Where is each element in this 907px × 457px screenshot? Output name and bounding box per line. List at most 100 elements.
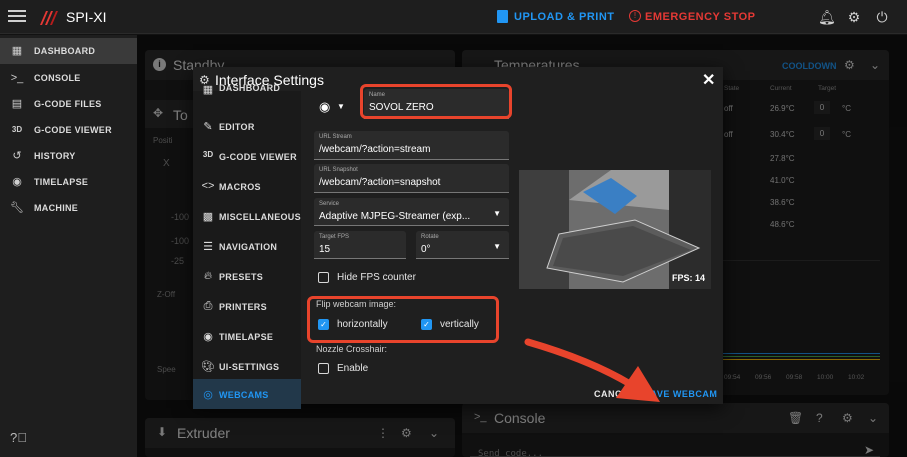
crosshair-label: Enable xyxy=(337,363,369,374)
sidebar-item-timelapse[interactable]: ◉ TIMELAPSE xyxy=(0,169,137,195)
webcam-icon: ◉ xyxy=(319,99,331,114)
sidebar-item-machine[interactable]: 🔧︎ MACHINE xyxy=(0,195,137,221)
crosshair-checkbox[interactable] xyxy=(318,363,329,374)
presets-icon: 🔥︎ xyxy=(203,270,213,282)
settings-menu-label: TIMELAPSE xyxy=(219,332,274,342)
settings-menu-label: DASHBOARD xyxy=(219,83,281,93)
top-bar: SPI-XI UPLOAD & PRINT ! EMERGENCY STOP 🔔… xyxy=(0,0,907,34)
field-label: Target FPS xyxy=(319,234,350,240)
wrench-icon: 🔧︎ xyxy=(10,202,24,214)
field-label: URL Stream xyxy=(319,134,352,140)
sidebar-item-label: CONSOLE xyxy=(34,73,81,83)
rotate-select[interactable]: Rotate 0° ▼ xyxy=(416,231,509,259)
chevron-down-icon: ▼ xyxy=(493,242,501,251)
settings-menu-navigation[interactable]: ☰ NAVIGATION xyxy=(193,231,301,261)
settings-menu-label: NAVIGATION xyxy=(219,242,278,252)
chevron-down-icon: ▼ xyxy=(337,102,345,111)
dashboard-icon: ▦ xyxy=(11,45,23,57)
emergency-stop-label: EMERGENCY STOP xyxy=(645,11,756,23)
sidebar-item-console[interactable]: >_ CONSOLE xyxy=(0,65,137,91)
misc-icon: ▩ xyxy=(202,211,214,223)
settings-menu-editor[interactable]: ✎ EDITOR xyxy=(193,111,301,141)
settings-menu-label: G-CODE VIEWER xyxy=(219,152,297,162)
upload-print-label: UPLOAD & PRINT xyxy=(514,11,615,23)
url-stream-field[interactable]: URL Stream /webcam/?action=stream xyxy=(314,131,509,160)
sidebar-item-label: G-CODE VIEWER xyxy=(34,125,112,135)
power-icon[interactable]: ⏻ xyxy=(874,9,890,25)
field-label: URL Snapshot xyxy=(319,167,358,173)
field-value: 0° xyxy=(421,244,431,255)
timelapse-icon: ◉ xyxy=(203,331,213,343)
sidebar-item-label: MACHINE xyxy=(34,203,79,213)
settings-menu-label: PRINTERS xyxy=(219,302,267,312)
settings-menu-dashboard[interactable]: ▦ DASHBOARD xyxy=(193,79,301,97)
settings-menu-printers[interactable]: ⎙ PRINTERS xyxy=(193,291,301,321)
gear-icon[interactable]: ⚙ xyxy=(846,9,862,25)
webcam-image xyxy=(519,170,711,289)
sidebar: ▦ DASHBOARD >_ CONSOLE ▤ G-CODE FILES 3D… xyxy=(0,35,137,457)
settings-menu-webcams[interactable]: ◎ WEBCAMS xyxy=(193,379,301,409)
field-value: /webcam/?action=stream xyxy=(319,144,431,155)
timelapse-icon: ◉ xyxy=(12,176,22,188)
bell-icon[interactable]: 🔔︎ xyxy=(818,9,836,25)
url-snapshot-field[interactable]: URL Snapshot /webcam/?action=snapshot xyxy=(314,164,509,193)
upload-icon xyxy=(497,10,508,23)
menu-icon[interactable] xyxy=(8,7,26,25)
service-select[interactable]: Service Adaptive MJPEG-Streamer (exp... … xyxy=(314,198,509,226)
field-value: Adaptive MJPEG-Streamer (exp... xyxy=(319,211,471,222)
printers-icon: ⎙ xyxy=(203,300,213,312)
file-icon: ▤ xyxy=(11,98,23,110)
logo-icon xyxy=(40,11,58,25)
webcam-icon-select[interactable]: ◉ ▼ xyxy=(319,99,349,117)
navigation-icon: ☰ xyxy=(203,241,213,253)
sidebar-item-history[interactable]: ↺ HISTORY xyxy=(0,143,137,169)
sidebar-item-gcode-viewer[interactable]: 3D G-CODE VIEWER xyxy=(0,117,137,143)
settings-menu-label: MISCELLANEOUS xyxy=(219,212,301,222)
settings-menu-label: PRESETS xyxy=(219,272,264,282)
settings-menu-gcode-viewer[interactable]: 3D G-CODE VIEWER xyxy=(193,141,301,171)
sidebar-item-gcode-files[interactable]: ▤ G-CODE FILES xyxy=(0,91,137,117)
settings-menu-miscellaneous[interactable]: ▩ MISCELLANEOUS xyxy=(193,201,301,231)
settings-menu-label: WEBCAMS xyxy=(219,390,269,400)
close-icon[interactable]: ✕ xyxy=(702,70,715,90)
cancel-button[interactable]: CANCEL xyxy=(594,389,635,399)
3d-icon: 3D xyxy=(202,150,214,159)
fps-counter: FPS: 14 xyxy=(671,273,705,283)
dashboard-icon: ▦ xyxy=(202,84,214,96)
settings-menu-label: MACROS xyxy=(219,182,261,192)
settings-menu-ui-settings[interactable]: 🎨︎ UI-SETTINGS xyxy=(193,351,301,381)
flip-highlight-box xyxy=(307,296,499,343)
sidebar-item-dashboard[interactable]: ▦ DASHBOARD xyxy=(0,38,137,64)
editor-icon: ✎ xyxy=(203,121,213,133)
field-label: Rotate xyxy=(421,234,439,240)
sidebar-item-label: G-CODE FILES xyxy=(34,99,102,109)
code-icon: <> xyxy=(201,180,215,192)
target-fps-field[interactable]: Target FPS 15 xyxy=(314,231,406,259)
sidebar-item-label: DASHBOARD xyxy=(34,46,96,56)
field-label: Service xyxy=(319,201,340,207)
settings-menu-macros[interactable]: <> MACROS xyxy=(193,171,301,201)
field-value: 15 xyxy=(319,244,331,255)
sidebar-item-label: HISTORY xyxy=(34,151,76,161)
help-icon[interactable]: ?⃝ xyxy=(10,430,27,445)
history-icon: ↺ xyxy=(12,150,22,162)
save-webcam-button[interactable]: SAVE WEBCAM xyxy=(644,389,717,399)
settings-menu-label: UI-SETTINGS xyxy=(219,362,280,372)
3d-icon: 3D xyxy=(11,125,23,134)
name-highlight-box xyxy=(360,84,512,119)
sidebar-item-label: TIMELAPSE xyxy=(34,177,89,187)
settings-menu-label: EDITOR xyxy=(219,122,255,132)
palette-icon: 🎨︎ xyxy=(201,361,215,373)
settings-menu-timelapse[interactable]: ◉ TIMELAPSE xyxy=(193,321,301,351)
hide-fps-label: Hide FPS counter xyxy=(337,272,416,283)
field-value: /webcam/?action=snapshot xyxy=(319,177,441,188)
webcam-preview: FPS: 14 xyxy=(519,170,711,289)
hide-fps-checkbox[interactable] xyxy=(318,272,329,283)
alert-icon: ! xyxy=(629,10,641,22)
webcam-icon: ◎ xyxy=(203,389,213,401)
app-name: SPI-XI xyxy=(66,9,107,25)
settings-menu-presets[interactable]: 🔥︎ PRESETS xyxy=(193,261,301,291)
chevron-down-icon: ▼ xyxy=(493,209,501,218)
console-icon: >_ xyxy=(10,72,24,84)
crosshair-heading: Nozzle Crosshair: xyxy=(316,344,388,354)
